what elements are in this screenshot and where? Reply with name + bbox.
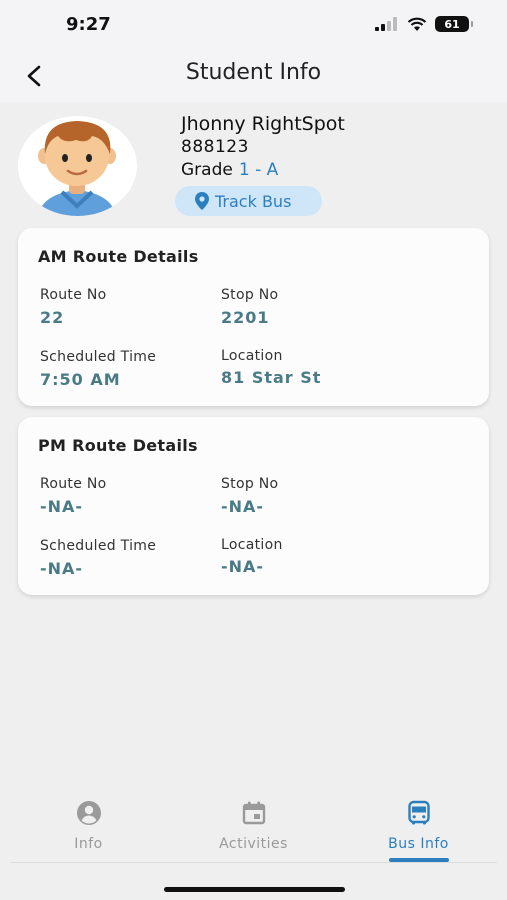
am-route-title: AM Route Details (38, 247, 199, 266)
tab-bus-info[interactable]: Bus Info (334, 784, 503, 862)
avatar (18, 116, 137, 216)
pm-route-no-value: -NA- (40, 497, 84, 516)
grade-value: 1 - A (238, 160, 279, 180)
battery-icon: 61 (435, 16, 473, 32)
tab-bar-divider (10, 862, 497, 863)
am-stop-no-label: Stop No (221, 287, 279, 303)
status-bar: 9:27 61 (0, 0, 507, 50)
am-stop-no-value: 2201 (221, 308, 270, 327)
student-profile: Jhonny RightSpot 888123 Grade 1 - A Track… (0, 102, 507, 224)
page-title: Student Info (185, 60, 322, 85)
status-time: 9:27 (66, 14, 111, 35)
pm-stop-no-label: Stop No (221, 476, 279, 492)
calendar-icon (242, 801, 265, 825)
pm-location-label: Location (221, 537, 283, 553)
pm-route-title: PM Route Details (38, 436, 198, 455)
pm-stop-no-value: -NA- (221, 497, 265, 516)
location-pin-icon (195, 192, 209, 210)
am-scheduled-time-label: Scheduled Time (40, 349, 157, 365)
track-bus-label: Track Bus (215, 191, 292, 211)
am-scheduled-time-value: 7:50 AM (40, 370, 121, 389)
pm-route-no-label: Route No (40, 476, 107, 492)
bus-icon (407, 800, 430, 825)
tab-bus-info-label: Bus Info (388, 836, 449, 852)
tab-activities-label: Activities (219, 836, 288, 852)
track-bus-button[interactable]: Track Bus (175, 186, 322, 216)
student-id: 888123 (181, 137, 249, 157)
am-route-card: AM Route Details Route No 22 Stop No 220… (18, 228, 489, 406)
am-route-no-label: Route No (40, 287, 107, 303)
battery-level: 61 (444, 17, 460, 31)
tab-info[interactable]: Info (4, 784, 173, 862)
am-location-value: 81 Star St (221, 368, 322, 387)
pm-location-value: -NA- (221, 557, 265, 576)
tab-activities[interactable]: Activities (169, 784, 338, 862)
am-location-label: Location (221, 348, 283, 364)
pm-route-card: PM Route Details Route No -NA- Stop No -… (18, 417, 489, 595)
nav-bar: Student Info (0, 50, 507, 102)
student-grade: Grade 1 - A (181, 160, 278, 180)
student-name: Jhonny RightSpot (181, 113, 345, 135)
tab-info-label: Info (74, 836, 103, 852)
signal-icon (375, 17, 397, 31)
student-avatar-illustration (38, 121, 116, 216)
bottom-tab-bar: Info Activities Bus Info (0, 784, 507, 864)
grade-label: Grade (181, 160, 233, 180)
status-icons: 61 (375, 16, 473, 32)
pm-scheduled-time-label: Scheduled Time (40, 538, 157, 554)
home-indicator[interactable] (164, 887, 345, 892)
pm-scheduled-time-value: -NA- (40, 559, 84, 578)
wifi-icon (407, 17, 427, 31)
am-route-no-value: 22 (40, 308, 65, 327)
person-circle-icon (76, 801, 101, 825)
